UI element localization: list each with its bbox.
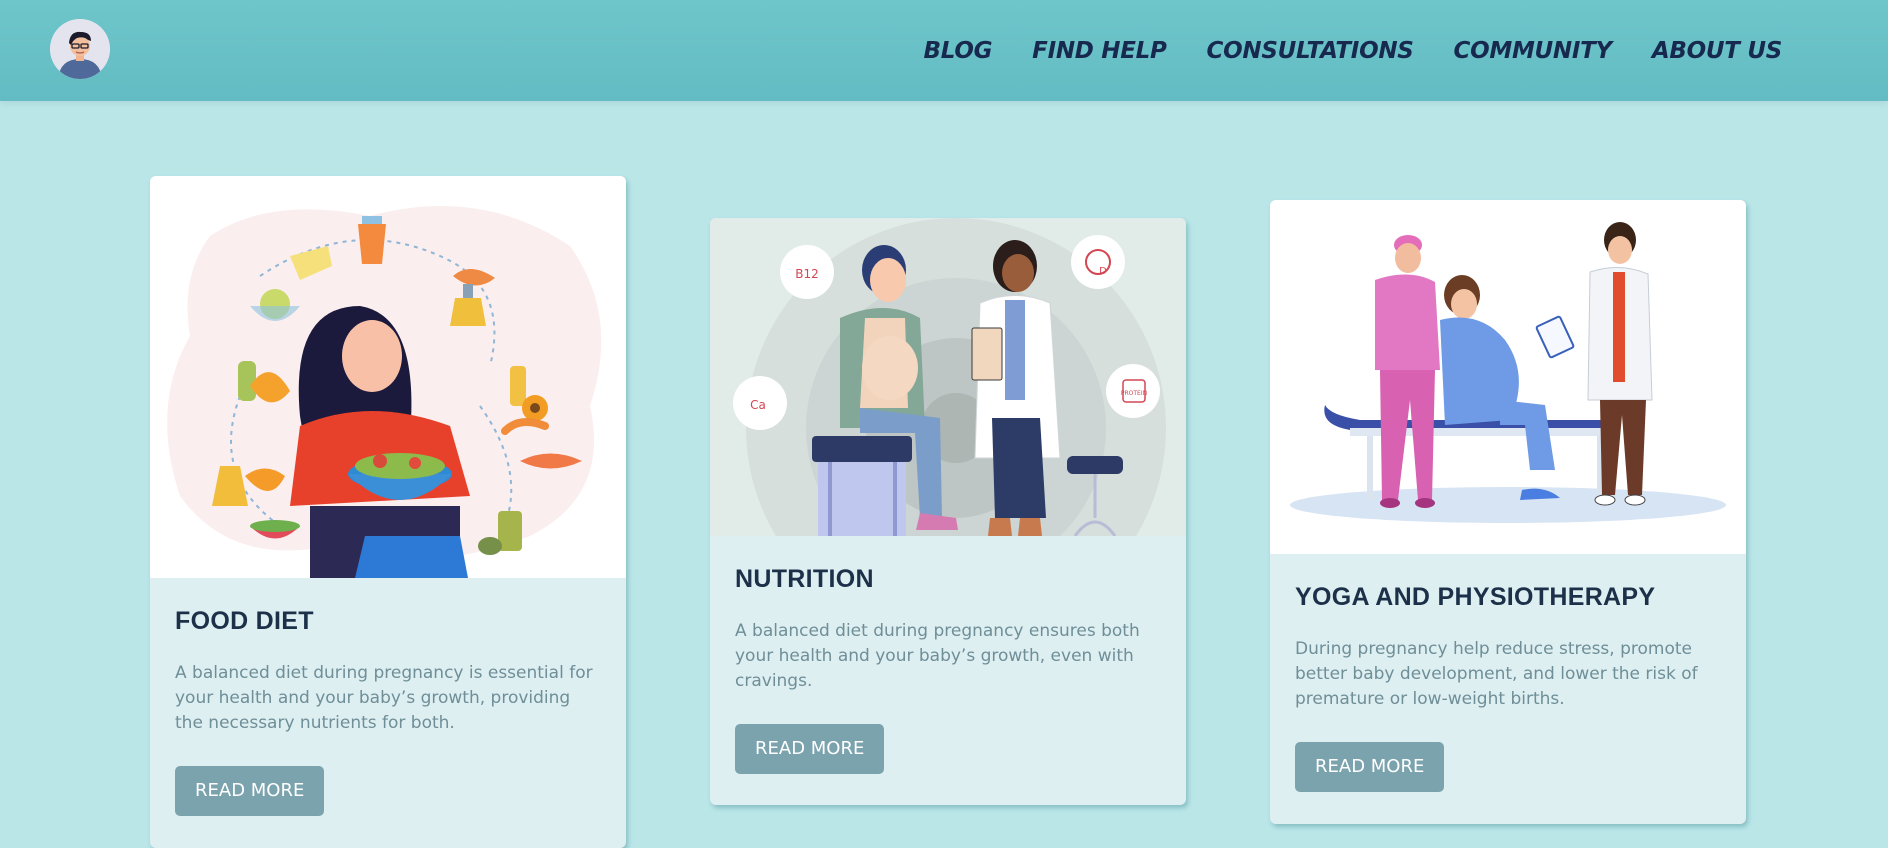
avatar-person-icon: [50, 19, 110, 79]
card-yoga-physiotherapy: YOGA AND PHYSIOTHERAPY During pregnancy …: [1270, 200, 1746, 824]
card-food-diet: FOOD DIET A balanced diet during pregnan…: [150, 176, 626, 848]
card-nutrition: B12 D Ca PROTEIN NUTRITION A balanced di…: [710, 218, 1186, 805]
badge-protein: PROTEIN: [1121, 390, 1147, 397]
yoga-physiotherapy-illustration: [1270, 200, 1746, 554]
top-navbar: BLOG FIND HELP CONSULTATIONS COMMUNITY A…: [0, 0, 1888, 101]
nutrition-illustration: B12 D Ca PROTEIN: [710, 218, 1186, 536]
card-description: During pregnancy help reduce stress, pro…: [1295, 639, 1698, 709]
nav-consultations[interactable]: CONSULTATIONS: [1207, 38, 1414, 64]
card-title: NUTRITION: [735, 565, 874, 593]
user-avatar[interactable]: [50, 19, 110, 79]
card-description: A balanced diet during pregnancy is esse…: [175, 663, 593, 733]
read-more-button[interactable]: READ MORE: [175, 766, 325, 816]
main-nav: BLOG FIND HELP CONSULTATIONS COMMUNITY A…: [924, 0, 1783, 101]
badge-ca: Ca: [750, 398, 766, 412]
card-description: A balanced diet during pregnancy ensures…: [735, 621, 1140, 691]
nav-community[interactable]: COMMUNITY: [1454, 38, 1613, 64]
card-title: FOOD DIET: [175, 607, 314, 635]
nav-about-us[interactable]: ABOUT US: [1652, 38, 1782, 64]
read-more-button[interactable]: READ MORE: [735, 724, 885, 774]
read-more-button[interactable]: READ MORE: [1295, 742, 1445, 792]
food-diet-illustration: [150, 176, 626, 578]
nav-blog[interactable]: BLOG: [924, 38, 993, 64]
badge-b12: B12: [795, 267, 819, 281]
nav-find-help[interactable]: FIND HELP: [1032, 38, 1167, 64]
card-title: YOGA AND PHYSIOTHERAPY: [1295, 583, 1656, 611]
badge-d: D: [1099, 266, 1107, 277]
